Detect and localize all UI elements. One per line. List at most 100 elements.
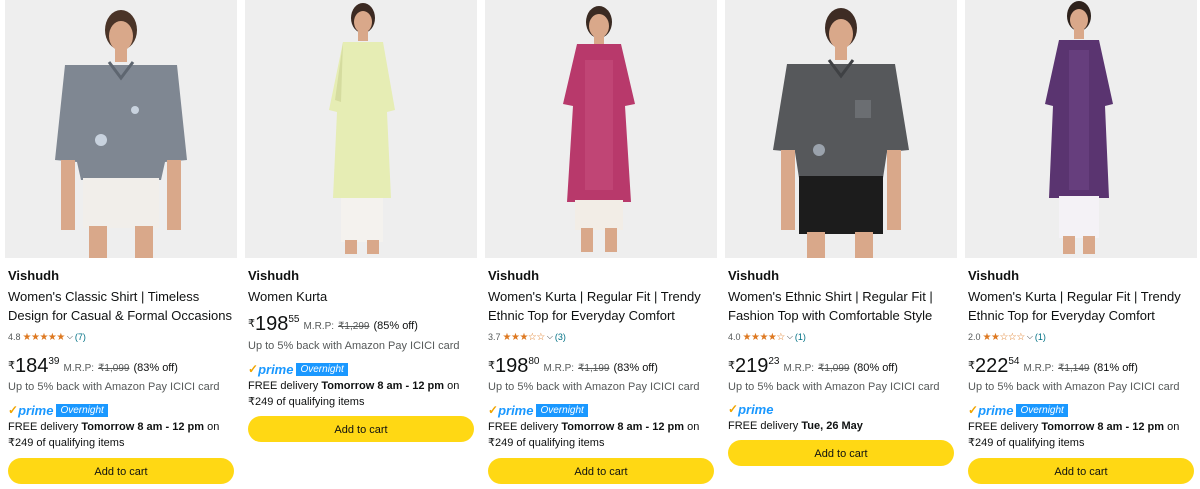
product-title-line: Women's Kurta | Regular Fit | Trendy bbox=[488, 289, 701, 304]
prime-logo-icon: ✓ bbox=[728, 402, 739, 416]
chevron-down-icon[interactable]: ⌵ bbox=[67, 332, 73, 342]
product-brand: Vishudh bbox=[8, 268, 60, 283]
add-to-cart-button[interactable]: Add to cart bbox=[968, 458, 1194, 484]
discount-percent: (83% off) bbox=[613, 362, 658, 374]
product-card: Vishudh Women's Kurta | Regular Fit | Tr… bbox=[965, 0, 1197, 489]
discount-percent: (83% off) bbox=[133, 362, 178, 374]
product-rating[interactable]: 2.0 ★★☆☆☆ ⌵ (1) bbox=[968, 331, 1046, 343]
product-title[interactable]: Women's Kurta | Regular Fit | Trendy Eth… bbox=[488, 287, 720, 325]
product-price: ₹ 222 54 M.R.P: ₹1,149 (81% off) bbox=[968, 355, 1138, 377]
rating-value: 2.0 bbox=[968, 332, 981, 342]
rating-count[interactable]: (3) bbox=[555, 332, 566, 342]
cashback-offer: Up to 5% back with Amazon Pay ICICI card bbox=[8, 381, 220, 393]
product-image[interactable] bbox=[965, 0, 1197, 258]
price-fraction: 23 bbox=[768, 356, 780, 367]
mrp-label: M.R.P: bbox=[303, 321, 335, 332]
delivery-window: Tomorrow 8 am - 12 pm bbox=[561, 421, 685, 433]
add-to-cart-button[interactable]: Add to cart bbox=[728, 440, 954, 466]
chevron-down-icon[interactable]: ⌵ bbox=[547, 332, 553, 342]
add-to-cart-button[interactable]: Add to cart bbox=[8, 458, 234, 484]
delivery-prefix: FREE delivery bbox=[248, 380, 319, 392]
product-title-line: Fashion Top with Comfortable Style bbox=[728, 308, 933, 323]
delivery-prefix: FREE delivery bbox=[728, 420, 799, 432]
price-whole: 222 bbox=[975, 355, 1009, 377]
overnight-badge: Overnight bbox=[536, 403, 588, 417]
product-brand: Vishudh bbox=[488, 268, 540, 283]
rating-count[interactable]: (1) bbox=[1035, 332, 1046, 342]
product-title[interactable]: Women's Kurta | Regular Fit | Trendy Eth… bbox=[968, 287, 1200, 325]
delivery-threshold: ₹249 of qualifying items bbox=[248, 396, 365, 408]
product-image[interactable] bbox=[245, 0, 477, 258]
mrp-label: M.R.P: bbox=[783, 363, 815, 374]
product-rating[interactable]: 3.7 ★★★☆☆ ⌵ (3) bbox=[488, 331, 566, 343]
star-rating-icon: ★★★☆☆ bbox=[502, 331, 546, 343]
product-rating[interactable]: 4.0 ★★★★☆ ⌵ (1) bbox=[728, 331, 806, 343]
price-whole: 184 bbox=[15, 355, 49, 377]
cashback-offer: Up to 5% back with Amazon Pay ICICI card bbox=[248, 340, 460, 352]
price-fraction: 39 bbox=[48, 356, 60, 367]
product-title-line: Ethnic Top for Everyday Comfort bbox=[968, 308, 1155, 323]
product-brand: Vishudh bbox=[728, 268, 780, 283]
product-title-line: Ethnic Top for Everyday Comfort bbox=[488, 308, 675, 323]
rating-count[interactable]: (7) bbox=[75, 332, 86, 342]
product-rating[interactable]: 4.8 ★★★★★ ⌵ (7) bbox=[8, 331, 86, 343]
chevron-down-icon[interactable]: ⌵ bbox=[787, 332, 793, 342]
product-price: ₹ 184 39 M.R.P: ₹1,099 (83% off) bbox=[8, 355, 178, 377]
chevron-down-icon[interactable]: ⌵ bbox=[1027, 332, 1033, 342]
prime-label: prime bbox=[738, 401, 774, 417]
delivery-threshold: ₹249 of qualifying items bbox=[488, 437, 605, 449]
price-whole: 198 bbox=[495, 355, 529, 377]
price-fraction: 54 bbox=[1008, 356, 1020, 367]
add-to-cart-button[interactable]: Add to cart bbox=[248, 416, 474, 442]
rating-value: 4.8 bbox=[8, 332, 21, 342]
discount-percent: (81% off) bbox=[1093, 362, 1138, 374]
delivery-suffix: on bbox=[207, 421, 220, 433]
product-brand: Vishudh bbox=[248, 268, 300, 283]
product-image[interactable] bbox=[485, 0, 717, 258]
mrp-value: ₹1,099 bbox=[818, 363, 850, 374]
delivery-info: FREE delivery Tomorrow 8 am - 12 pm on ₹… bbox=[968, 419, 1200, 451]
delivery-threshold: ₹249 of qualifying items bbox=[968, 437, 1085, 449]
mrp-value: ₹1,199 bbox=[578, 363, 610, 374]
product-title[interactable]: Women's Classic Shirt | Timeless Design … bbox=[8, 287, 240, 325]
price-currency: ₹ bbox=[8, 360, 15, 372]
price-currency: ₹ bbox=[728, 360, 735, 372]
product-card: Vishudh Women Kurta ₹ 198 55 M.R.P: ₹1,2… bbox=[245, 0, 477, 489]
prime-badge: ✓ prime Overnight bbox=[248, 361, 348, 377]
prime-logo-icon: ✓ bbox=[8, 403, 19, 417]
delivery-info: FREE delivery Tomorrow 8 am - 12 pm on ₹… bbox=[248, 378, 480, 410]
mrp-label: M.R.P: bbox=[543, 363, 575, 374]
prime-badge: ✓ prime bbox=[728, 401, 776, 417]
add-to-cart-button[interactable]: Add to cart bbox=[488, 458, 714, 484]
delivery-window: Tomorrow 8 am - 12 pm bbox=[321, 380, 445, 392]
product-title[interactable]: Women's Ethnic Shirt | Regular Fit | Fas… bbox=[728, 287, 960, 325]
price-fraction: 80 bbox=[528, 356, 540, 367]
delivery-window: Tomorrow 8 am - 12 pm bbox=[1041, 421, 1165, 433]
prime-label: prime bbox=[978, 402, 1014, 418]
delivery-date: Tue, 26 May bbox=[801, 420, 863, 432]
product-card: Vishudh Women's Kurta | Regular Fit | Tr… bbox=[485, 0, 717, 489]
discount-percent: (80% off) bbox=[853, 362, 898, 374]
delivery-info: FREE delivery Tomorrow 8 am - 12 pm on ₹… bbox=[488, 419, 720, 451]
delivery-info: FREE delivery Tue, 26 May bbox=[728, 418, 960, 434]
mrp-label: M.R.P: bbox=[1023, 363, 1055, 374]
mrp-label: M.R.P: bbox=[63, 363, 95, 374]
cashback-offer: Up to 5% back with Amazon Pay ICICI card bbox=[728, 381, 940, 393]
price-currency: ₹ bbox=[968, 360, 975, 372]
product-title[interactable]: Women Kurta bbox=[248, 287, 480, 306]
delivery-prefix: FREE delivery bbox=[968, 421, 1039, 433]
product-title-line: Women's Classic Shirt | Timeless bbox=[8, 289, 200, 304]
delivery-window: Tomorrow 8 am - 12 pm bbox=[81, 421, 205, 433]
star-rating-icon: ★★★★★ bbox=[22, 331, 66, 343]
product-price: ₹ 198 55 M.R.P: ₹1,299 (85% off) bbox=[248, 313, 418, 335]
overnight-badge: Overnight bbox=[296, 362, 348, 376]
prime-logo-icon: ✓ bbox=[968, 403, 979, 417]
product-title-line: Women Kurta bbox=[248, 289, 328, 304]
product-image[interactable] bbox=[725, 0, 957, 258]
rating-value: 3.7 bbox=[488, 332, 501, 342]
product-title-line: Design for Casual & Formal Occasions bbox=[8, 308, 232, 323]
delivery-suffix: on bbox=[1167, 421, 1180, 433]
product-image[interactable] bbox=[5, 0, 237, 258]
rating-count[interactable]: (1) bbox=[795, 332, 806, 342]
delivery-prefix: FREE delivery bbox=[8, 421, 79, 433]
